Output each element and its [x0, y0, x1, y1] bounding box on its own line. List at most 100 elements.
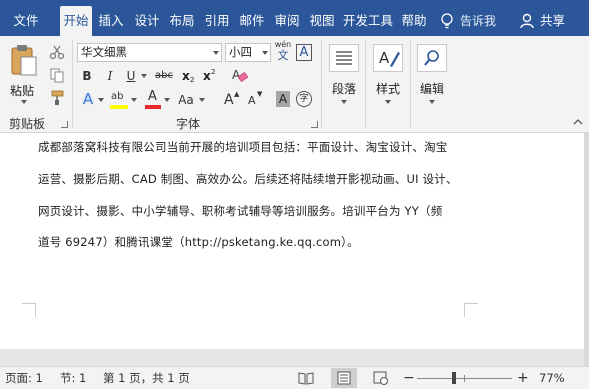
change-case-dropdown-arrow[interactable] — [199, 98, 205, 102]
tab-file[interactable]: 文件 — [2, 0, 50, 36]
paste-icon — [11, 45, 37, 76]
clipboard-dialog-launcher[interactable] — [61, 121, 68, 128]
font-group-label: 字体 — [176, 117, 201, 131]
styles-button[interactable]: A 样式 — [370, 42, 406, 112]
tab-references[interactable]: 引用 — [200, 0, 234, 36]
highlight-dropdown-arrow[interactable] — [131, 98, 137, 102]
grow-font-button[interactable]: A ▲ — [223, 90, 239, 110]
font-dialog-launcher[interactable] — [311, 121, 318, 128]
phonetic-guide-button[interactable]: wén 文 — [274, 40, 292, 64]
editing-icon — [417, 44, 447, 72]
cut-icon[interactable] — [49, 44, 65, 60]
highlight-button[interactable]: ab — [110, 90, 128, 110]
tell-me-box[interactable]: 告诉我 — [440, 0, 510, 36]
styles-icon: A — [373, 44, 403, 72]
grow-arrow-icon: ▲ — [234, 90, 240, 98]
tab-developer[interactable]: 开发工具 — [340, 0, 396, 36]
tab-review[interactable]: 审阅 — [270, 0, 304, 36]
highlight-glyph: ab — [111, 91, 124, 102]
text-effects-button[interactable]: A — [80, 90, 96, 108]
underline-button[interactable]: U — [124, 67, 138, 85]
enclose-characters-button[interactable]: 字 — [296, 91, 312, 107]
bold-button[interactable]: B — [80, 67, 94, 85]
group-separator — [321, 40, 322, 128]
read-mode-icon[interactable] — [298, 371, 314, 385]
web-layout-icon[interactable] — [373, 371, 389, 385]
vertical-scrollbar[interactable] — [584, 133, 589, 366]
document-line: 运营、摄影后期、CAD 制图、高效办公。后续还将陆续增开影视动画、UI 设计、 — [38, 172, 458, 186]
underline-dropdown-arrow[interactable] — [141, 74, 147, 78]
text-effects-dropdown-arrow[interactable] — [98, 98, 104, 102]
margin-corner-left-mark — [22, 303, 36, 317]
ribbon-tab-bar: 文件 开始 插入 设计 布局 引用 邮件 审阅 视图 开发工具 帮助 告诉我 共… — [0, 0, 589, 36]
clear-formatting-icon[interactable]: A — [231, 67, 249, 85]
print-layout-icon — [337, 371, 351, 385]
zoom-level[interactable]: 77% — [539, 367, 565, 389]
margin-corner-right-mark — [464, 303, 478, 317]
zoom-in-button[interactable]: + — [517, 367, 529, 389]
tab-mailings[interactable]: 邮件 — [235, 0, 269, 36]
font-name-combo[interactable]: 华文细黑 — [77, 43, 222, 62]
status-page-count[interactable]: 第 1 页，共 1 页 — [103, 367, 190, 389]
font-color-dropdown-arrow[interactable] — [164, 98, 170, 102]
ribbon: 粘贴 剪贴板 华文细黑 小四 wén 文 A B I U abc x 2 x 2… — [0, 36, 589, 133]
strikethrough-button[interactable]: abc — [153, 67, 175, 85]
chevron-up-icon — [573, 119, 583, 125]
change-case-button[interactable]: Aa — [177, 91, 195, 109]
editing-dropdown-arrow — [429, 100, 435, 104]
paste-dropdown-arrow[interactable] — [21, 100, 27, 104]
italic-button[interactable]: I — [103, 67, 117, 85]
document-line: 成都部落窝科技有限公司当前开展的培训项目包括：平面设计、淘宝设计、淘宝 — [38, 140, 448, 154]
subscript-button[interactable]: x 2 — [181, 67, 197, 85]
format-painter-icon[interactable] — [49, 90, 65, 106]
zoom-slider-thumb[interactable] — [452, 372, 456, 384]
font-size-value: 小四 — [229, 45, 252, 59]
clipboard-group-label: 剪贴板 — [9, 117, 46, 131]
character-shading-button[interactable]: A — [276, 91, 290, 107]
paragraph-button[interactable]: 段落 — [326, 42, 362, 112]
font-size-combo[interactable]: 小四 — [225, 43, 271, 62]
document-area: 成都部落窝科技有限公司当前开展的培训项目包括：平面设计、淘宝设计、淘宝 运营、摄… — [0, 133, 589, 366]
character-border-button[interactable]: A — [296, 44, 312, 61]
tab-view[interactable]: 视图 — [305, 0, 339, 36]
group-separator — [410, 40, 411, 128]
font-color-button[interactable]: A — [145, 90, 161, 110]
svg-text:A: A — [232, 68, 241, 82]
print-layout-button[interactable] — [331, 368, 357, 388]
tab-insert[interactable]: 插入 — [94, 0, 128, 36]
superscript-button[interactable]: x 2 — [202, 67, 218, 85]
paste-button[interactable]: 粘贴 — [6, 42, 42, 108]
status-section[interactable]: 节: 1 — [60, 367, 86, 389]
document-line: 道号 69247）和腾讯课堂（http://psketang.ke.qq.com… — [38, 235, 359, 249]
editing-button[interactable]: 编辑 — [414, 42, 450, 112]
highlight-color-bar — [110, 105, 128, 109]
group-separator — [365, 40, 366, 128]
paragraph-label: 段落 — [332, 82, 357, 96]
status-bar: 页面: 1 节: 1 第 1 页，共 1 页 − + 77% — [0, 366, 589, 389]
zoom-slider-center-tick — [464, 375, 465, 382]
tab-design[interactable]: 设计 — [130, 0, 164, 36]
person-icon — [520, 13, 534, 29]
document-page[interactable]: 成都部落窝科技有限公司当前开展的培训项目包括：平面设计、淘宝设计、淘宝 运营、摄… — [0, 133, 584, 349]
font-name-dropdown-arrow — [213, 51, 219, 55]
tell-me-label: 告诉我 — [460, 14, 497, 28]
styles-label: 样式 — [376, 82, 401, 96]
tab-help[interactable]: 帮助 — [397, 0, 431, 36]
zoom-out-button[interactable]: − — [403, 367, 415, 389]
tab-home[interactable]: 开始 — [60, 6, 92, 36]
superscript-base: x — [203, 69, 211, 83]
group-separator — [72, 40, 73, 128]
collapse-ribbon-button[interactable] — [572, 116, 584, 128]
copy-icon[interactable] — [49, 67, 65, 83]
shrink-font-glyph: A — [248, 94, 256, 107]
status-page[interactable]: 页面: 1 — [5, 367, 43, 389]
tab-layout[interactable]: 布局 — [165, 0, 199, 36]
svg-text:A: A — [379, 49, 390, 67]
font-color-glyph: A — [148, 89, 157, 104]
font-color-bar — [145, 105, 161, 109]
font-name-value: 华文细黑 — [81, 45, 127, 59]
paragraph-dropdown-arrow — [341, 100, 347, 104]
share-button[interactable]: 共享 — [520, 0, 586, 36]
superscript-mark: 2 — [211, 68, 216, 76]
shrink-font-button[interactable]: A ▼ — [247, 90, 263, 110]
